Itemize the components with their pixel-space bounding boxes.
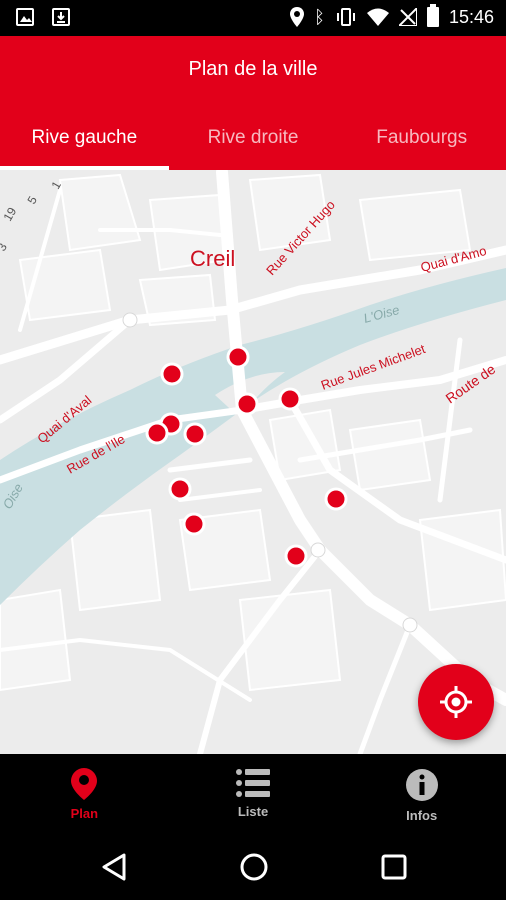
my-location-icon — [440, 686, 472, 718]
map-marker[interactable] — [182, 512, 206, 536]
signal-icon — [398, 8, 417, 26]
tab-rive-droite[interactable]: Rive droite — [169, 112, 338, 170]
my-location-button[interactable] — [418, 664, 494, 740]
map-marker[interactable] — [226, 345, 250, 369]
map-marker[interactable] — [145, 421, 169, 445]
map-label-city: Creil — [190, 246, 235, 271]
map-marker[interactable] — [324, 487, 348, 511]
page-title: Plan de la ville — [188, 58, 318, 80]
recents-icon[interactable] — [380, 852, 408, 882]
nav-infos-label: Infos — [406, 808, 438, 823]
nav-liste-label: Liste — [237, 804, 269, 819]
map-marker[interactable] — [160, 362, 184, 386]
battery-icon — [426, 4, 439, 27]
map-marker[interactable] — [168, 477, 192, 501]
status-time: 15:46 — [448, 6, 494, 27]
location-icon — [290, 7, 305, 27]
bluetooth-icon: ᛒ — [314, 7, 325, 27]
nav-liste[interactable]: Liste — [169, 754, 338, 834]
system-navigation-bar — [0, 834, 506, 900]
back-icon[interactable] — [100, 852, 128, 882]
info-icon — [405, 769, 438, 801]
nav-plan-label: Plan — [70, 806, 99, 821]
tab-faubourgs[interactable]: Faubourgs — [337, 112, 506, 170]
vibrate-icon — [336, 8, 355, 26]
map-marker[interactable] — [235, 392, 259, 416]
city-map[interactable]: Creil Rue Victor Hugo Quai d'Amo Rue Jul… — [0, 170, 506, 754]
map-marker[interactable] — [284, 544, 308, 568]
list-icon — [236, 769, 270, 797]
status-bar: ᛒ 15:46 — [0, 0, 506, 36]
home-icon[interactable] — [239, 852, 269, 882]
nav-plan[interactable]: Plan — [0, 754, 169, 834]
tab-bar: Rive gauche Rive droite Faubourgs — [0, 112, 506, 170]
image-notification-icon — [16, 8, 34, 26]
map-marker[interactable] — [278, 387, 302, 411]
tab-rive-gauche[interactable]: Rive gauche — [0, 112, 169, 170]
wifi-icon — [366, 8, 389, 26]
map-pin-icon — [71, 768, 98, 800]
nav-infos[interactable]: Infos — [337, 754, 506, 834]
download-notification-icon — [52, 8, 70, 26]
app-bar: Plan de la ville Rive gauche Rive droite… — [0, 36, 506, 170]
bottom-navigation: Plan Liste Infos — [0, 754, 506, 834]
map-canvas[interactable]: Creil Rue Victor Hugo Quai d'Amo Rue Jul… — [0, 170, 506, 754]
map-marker[interactable] — [183, 422, 207, 446]
